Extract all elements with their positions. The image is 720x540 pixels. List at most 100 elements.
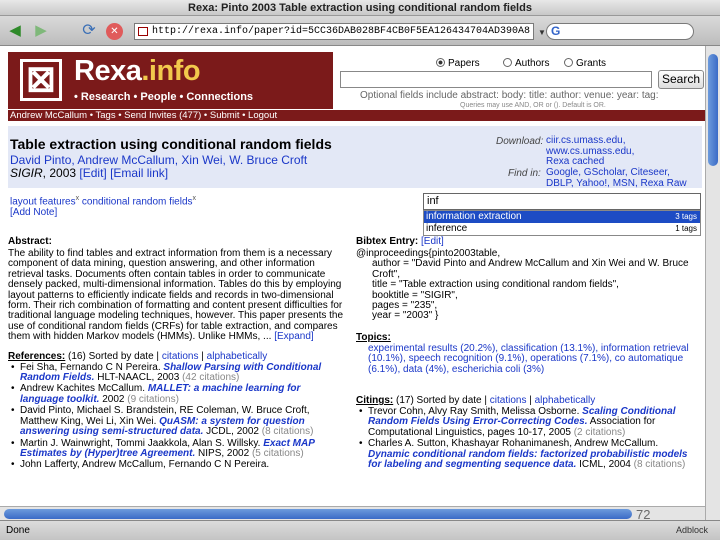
ref-cites: (5 citations) [251, 447, 304, 459]
radio-papers-label: Papers [448, 58, 480, 69]
bibtex-edit-link[interactable]: [Edit] [421, 236, 444, 247]
autocomplete-item[interactable]: information extraction 3 tags [424, 211, 700, 223]
abstract-text: The ability to find tables and extract i… [8, 248, 344, 343]
search-help: Optional fields include abstract: body: … [360, 90, 659, 101]
remove-tag-icon[interactable]: x [193, 195, 197, 202]
citings-sort-citations-link[interactable]: citations [490, 395, 527, 406]
brand-dot-info: .info [141, 55, 201, 87]
paper-venue: SIGIR, 2003 [Edit] [Email link] [10, 166, 168, 180]
references-header: References: (16) Sorted by date | citati… [8, 350, 268, 362]
sort-citations-link[interactable]: citations [162, 351, 199, 362]
cit-authors[interactable]: Trevor Cohn, Alvy Ray Smith, Melissa Osb… [368, 406, 579, 417]
suggestion-label: information extraction [426, 211, 522, 222]
nav-bar[interactable]: Andrew McCallum • Tags • Send Invites (4… [8, 110, 714, 121]
reference-item: John Lafferty, Andrew McCallum, Fernando… [8, 459, 346, 472]
url-dropdown-icon[interactable]: ▼ [538, 28, 546, 37]
tag-item[interactable]: layout features [10, 196, 76, 207]
download-link[interactable]: Rexa cached [546, 156, 634, 168]
cit-venue: ICML, 2004 [579, 459, 631, 471]
ref-authors[interactable]: Andrew Kachites McCallum. [20, 383, 145, 394]
ref-cites: (9 citations) [127, 393, 179, 405]
ref-venue: 2002 [102, 393, 125, 405]
references-heading: References: [8, 350, 66, 362]
download-link[interactable]: ciir.cs.umass.edu, [546, 135, 634, 147]
reload-icon[interactable]: ⟳ [80, 22, 98, 40]
search-button[interactable]: Search [658, 70, 704, 89]
topics-list[interactable]: experimental results (20.2%), classifica… [356, 343, 702, 375]
ref-venue: HLT-NAACL, 2003 [97, 372, 180, 384]
add-note-link[interactable]: [Add Note] [10, 207, 57, 218]
topics-heading: Topics: [356, 331, 391, 343]
paper-authors[interactable]: David Pinto, Andrew McCallum, Xin Wei, W… [10, 153, 307, 167]
radio-papers[interactable]: Papers [436, 58, 480, 69]
abstract-body: The ability to find tables and extract i… [8, 248, 346, 343]
stop-icon[interactable]: ✕ [106, 23, 123, 40]
findin-links: Google, GScholar, Citeseer, DBLP, Yahoo!… [546, 167, 687, 190]
references-sort: (16) Sorted by date | [65, 350, 162, 362]
vertical-scroll-thumb[interactable] [708, 54, 718, 166]
suggestion-count: 3 tags [675, 212, 697, 221]
citing-item: Trevor Cohn, Alvy Ray Smith, Melissa Osb… [356, 406, 702, 438]
google-icon[interactable]: G [551, 25, 560, 38]
radio-grants[interactable]: Grants [564, 58, 606, 69]
autocomplete-item[interactable]: inference 1 tags [424, 223, 700, 235]
browser-search-field[interactable]: G [546, 23, 694, 40]
tag-item[interactable]: conditional random fields [82, 196, 193, 207]
site-header: ⊠ Rexa.info • Research • People • Connec… [4, 52, 714, 109]
remove-tag-icon[interactable]: x [76, 195, 80, 202]
cit-authors[interactable]: Charles A. Sutton, Khashayar Rohanimanes… [368, 438, 658, 449]
radio-authors[interactable]: Authors [503, 58, 549, 69]
ref-authors[interactable]: Martin J. Wainwright, Tommi Jaakkola, Al… [20, 438, 260, 449]
paper-title: Table extraction using conditional rando… [10, 136, 332, 152]
url-text: http://rexa.info/paper?id=5CC36DAB028BF4… [152, 26, 531, 37]
tag-input[interactable]: inf [423, 193, 701, 210]
bibtex-header: Bibtex Entry: [Edit] [356, 236, 702, 247]
abstract-heading: Abstract: [8, 236, 52, 247]
logo-banner[interactable]: ⊠ Rexa.info • Research • People • Connec… [8, 52, 333, 109]
reference-item: Fei Sha, Fernando C N Pereira. Shallow P… [8, 362, 346, 384]
citing-item: Charles A. Sutton, Khashayar Rohanimanes… [356, 439, 702, 470]
horizontal-scrollbar[interactable]: 72 [0, 506, 705, 522]
ref-cites: (42 citations) [182, 372, 240, 384]
forward-arrow-icon[interactable]: ▶ [32, 22, 50, 40]
cit-cites: (2 citations) [573, 426, 626, 438]
left-column: Abstract: The ability to find tables and… [8, 236, 346, 472]
url-bar[interactable]: http://rexa.info/paper?id=5CC36DAB028BF4… [134, 23, 534, 40]
tag-list: layout featuresx conditional random fiel… [10, 195, 196, 207]
paper-header: Table extraction using conditional rando… [8, 126, 702, 188]
query-input[interactable] [340, 71, 652, 88]
bibtex-line: author = "David Pinto and Andrew McCallu… [372, 258, 689, 280]
radio-icon [503, 58, 512, 67]
adblock-button[interactable]: Adblock [676, 525, 708, 535]
findin-link[interactable]: Google, GScholar, Citeseer, [546, 167, 687, 179]
citings-sort-alpha-link[interactable]: alphabetically [535, 395, 596, 406]
vertical-scrollbar[interactable] [705, 46, 720, 520]
favicon-icon [138, 27, 148, 36]
references-list: Fei Sha, Fernando C N Pereira. Shallow P… [8, 362, 346, 472]
ref-venue: NIPS, 2002 [198, 447, 250, 459]
browser-toolbar: ◀ ▶ ⟳ ✕ http://rexa.info/paper?id=5CC36D… [0, 16, 720, 46]
autocomplete-list: information extraction 3 tags inference 1 … [423, 210, 701, 236]
rexa-logo-icon: ⊠ [20, 59, 62, 101]
reference-item: Andrew Kachites McCallum. MALLET: a mach… [8, 384, 346, 405]
ref-authors[interactable]: John Lafferty, Andrew McCallum, Fernando… [20, 459, 269, 470]
findin-label: Find in: [508, 168, 541, 179]
edit-link[interactable]: [Edit] [79, 166, 106, 180]
back-arrow-icon[interactable]: ◀ [6, 22, 24, 40]
findin-link[interactable]: DBLP, Yahoo!, MSN, Rexa Raw [546, 178, 687, 190]
venue-name[interactable]: SIGIR [10, 166, 43, 180]
horizontal-scroll-thumb[interactable] [4, 509, 632, 519]
expand-link[interactable]: [Expand] [274, 331, 313, 342]
download-label: Download: [496, 136, 544, 147]
brand-tagline: • Research • People • Connections [74, 91, 254, 103]
bibtex-body: @inproceedings{pinto2003table, author = … [356, 248, 702, 322]
suggestion-label: inference [426, 223, 468, 234]
paper-year: , 2003 [42, 166, 77, 180]
reference-item: David Pinto, Michael S. Brandstein, RE C… [8, 405, 346, 437]
search-panel: Papers Authors Grants Search Optional fi… [340, 52, 714, 109]
ref-authors[interactable]: Fei Sha, Fernando C N Pereira. [20, 362, 161, 373]
status-text: Done [6, 525, 30, 536]
citings-heading: Citings: [356, 395, 394, 407]
sort-alpha-link[interactable]: alphabetically [207, 351, 268, 362]
email-link[interactable]: [Email link] [110, 166, 168, 180]
